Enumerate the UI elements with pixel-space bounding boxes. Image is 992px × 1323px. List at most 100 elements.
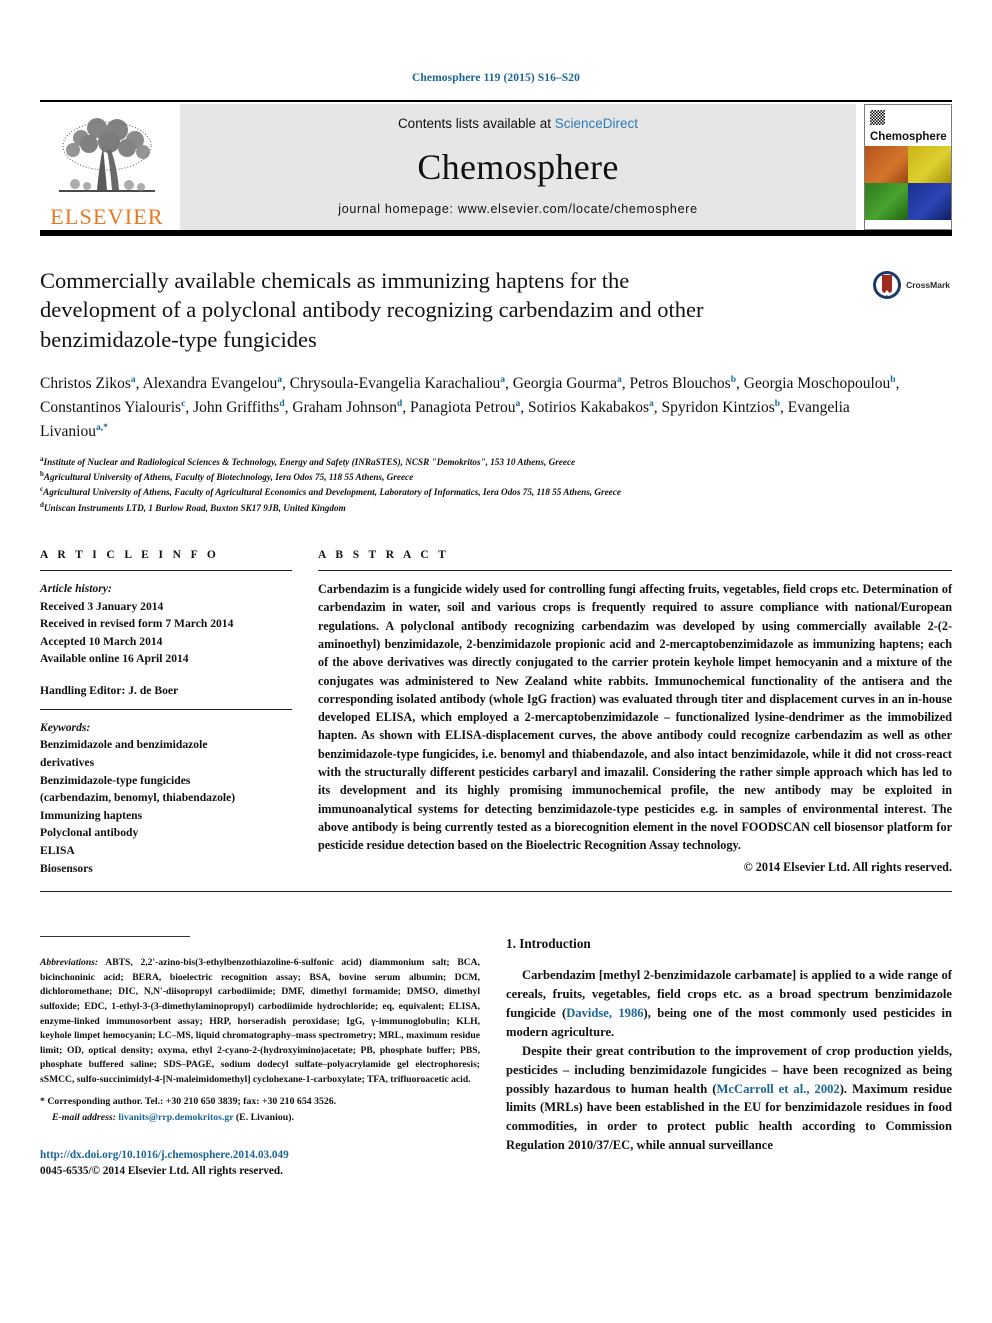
- article-page: Chemosphere 119 (2015) S16–S20 ELSEVIER …: [0, 0, 992, 1323]
- author-affiliation-marker: b: [890, 374, 896, 385]
- crossmark-icon: [873, 271, 902, 299]
- masthead-top-rule: [40, 100, 952, 102]
- article-info-body: Article history: Received 3 January 2014…: [40, 580, 292, 700]
- author-affiliation-marker: b: [774, 398, 781, 409]
- affiliation-text: Institute of Nuclear and Radiological Sc…: [43, 456, 576, 467]
- abstract-copyright: © 2014 Elsevier Ltd. All rights reserved…: [743, 859, 952, 874]
- keyword-item: Benzimidazole-type fungicides: [40, 773, 191, 787]
- author-name: Alexandra Evangelou: [142, 374, 278, 392]
- doi-link[interactable]: http://dx.doi.org/10.1016/j.chemosphere.…: [40, 1147, 480, 1163]
- cover-journal-name: Chemosphere: [870, 131, 947, 143]
- keyword-item: Immunizing haptens: [40, 808, 143, 822]
- author-name: John Griffiths: [193, 398, 280, 416]
- email-label: E-mail address:: [52, 1111, 116, 1123]
- cover-header: Chemosphere: [865, 105, 951, 146]
- journal-homepage[interactable]: journal homepage: www.elsevier.com/locat…: [338, 202, 698, 216]
- keyword-item: Biosensors: [40, 861, 93, 875]
- author-name: Petros Blouchos: [629, 374, 731, 392]
- affiliation-text: Agricultural University of Athens, Facul…: [43, 487, 621, 498]
- author-affiliation-marker: a: [130, 374, 136, 385]
- history-item: Available online 16 April 2014: [40, 652, 189, 666]
- qr-code-icon: [870, 110, 885, 125]
- author-affiliation-marker: d: [279, 398, 285, 409]
- article-info-divider: [40, 570, 292, 572]
- article-info-column: A R T I C L E I N F O Article history: R…: [40, 549, 292, 877]
- info-abstract-section: A R T I C L E I N F O Article history: R…: [40, 549, 952, 877]
- crossmark-badge[interactable]: CrossMark: [872, 270, 950, 300]
- author-name: Graham Johnson: [292, 398, 397, 416]
- affiliation-text: Uniscan Instruments LTD, 1 Burlow Road, …: [43, 502, 346, 513]
- footnote-rule: [40, 936, 190, 938]
- elsevier-wordmark: ELSEVIER: [50, 204, 164, 229]
- email-address-link[interactable]: livanits@rrp.demokritos.gr: [118, 1112, 233, 1123]
- running-head: Chemosphere 119 (2015) S16–S20: [412, 72, 580, 84]
- cover-footer: [865, 220, 951, 229]
- author-affiliation-marker: b: [730, 374, 736, 385]
- author-list: Christos Zikosa, Alexandra Evangeloua, C…: [40, 374, 900, 440]
- title-block: Commercially available chemicals as immu…: [40, 266, 952, 354]
- cover-artwork: [865, 146, 951, 220]
- keywords-body: Keywords: Benzimidazole and benzimidazol…: [40, 719, 292, 877]
- abbreviations-label: Abbreviations:: [40, 957, 99, 969]
- author-name: Spyridon Kintzios: [661, 398, 775, 416]
- keywords-label: Keywords:: [40, 720, 91, 734]
- affiliation-item: cAgricultural University of Athens, Facu…: [40, 484, 952, 499]
- author-name: Constantinos Yialouris: [40, 398, 182, 416]
- history-label: Article history:: [40, 582, 112, 596]
- contents-available-line: Contents lists available at ScienceDirec…: [398, 116, 638, 131]
- author-affiliation-marker: a: [649, 398, 654, 409]
- affiliation-item: bAgricultural University of Athens, Facu…: [40, 469, 952, 484]
- author-affiliation-marker: a,*: [95, 422, 108, 433]
- author-name: Christos Zikos: [40, 374, 131, 392]
- keyword-item: Benzimidazole and benzimidazole: [40, 738, 208, 752]
- abstract-column: A B S T R A C T Carbendazim is a fungici…: [318, 549, 952, 877]
- corresponding-author-note: * Corresponding author. Tel.: +30 210 65…: [40, 1094, 480, 1124]
- history-item: Accepted 10 March 2014: [40, 634, 163, 648]
- keyword-item: (carbendazim, benomyl, thiabendazole): [40, 791, 236, 805]
- journal-title: Chemosphere: [417, 146, 619, 187]
- author-name: Sotirios Kakabakos: [528, 398, 649, 416]
- corresponding-author-line: * Corresponding author. Tel.: +30 210 65…: [40, 1096, 337, 1108]
- elsevier-logo: ELSEVIER: [40, 104, 174, 230]
- section-bottom-rule: [40, 891, 952, 893]
- masthead-bottom-rule: [40, 230, 952, 236]
- author-affiliation-marker: a: [277, 374, 282, 385]
- introduction-heading: 1. Introduction: [506, 936, 591, 952]
- keyword-item: Polyclonal antibody: [40, 826, 139, 840]
- abbreviations-text: ABTS, 2,2′-azino-bis(3-ethylbenzothiazol…: [40, 957, 480, 1085]
- affiliation-item: aInstitute of Nuclear and Radiological S…: [40, 454, 952, 469]
- keywords-divider: [40, 708, 292, 710]
- body-columns: Abbreviations: ABTS, 2,2′-azino-bis(3-et…: [40, 936, 952, 1179]
- cover-quadrant-orange: [865, 146, 908, 183]
- introduction-paragraph: Despite their great contribution to the …: [506, 1043, 953, 1153]
- contents-prefix: Contents lists available at: [397, 116, 555, 131]
- citation-link[interactable]: Davidse, 1986: [566, 1006, 643, 1020]
- citation-link[interactable]: McCarroll et al., 2002: [717, 1082, 840, 1096]
- abstract-heading: A B S T R A C T: [318, 549, 450, 562]
- cover-quadrant-blue: [908, 183, 951, 220]
- elsevier-tree-icon: [59, 118, 155, 192]
- affiliation-item: dUniscan Instruments LTD, 1 Burlow Road,…: [40, 500, 952, 515]
- issn-copyright: 0045-6535/© 2014 Elsevier Ltd. All right…: [40, 1164, 283, 1177]
- introduction-paragraph: Carbendazim [methyl 2-benzimidazole carb…: [506, 968, 952, 1039]
- author-name: Georgia Gourma: [512, 374, 618, 392]
- author-affiliation-marker: a: [617, 374, 622, 385]
- cover-quadrant-green: [865, 183, 908, 220]
- author-affiliation-marker: a: [500, 374, 505, 385]
- history-item: Received in revised form 7 March 2014: [40, 617, 234, 631]
- journal-cover-thumbnail: Chemosphere: [864, 104, 952, 230]
- history-list: Received 3 January 2014 Received in revis…: [40, 598, 292, 668]
- affiliation-text: Agricultural University of Athens, Facul…: [43, 472, 414, 483]
- email-owner: (E. Livaniou).: [235, 1111, 294, 1123]
- author-name: Chrysoula-Evangelia Karachaliou: [289, 374, 501, 392]
- journal-masthead: ELSEVIER Contents lists available at Sci…: [40, 104, 952, 230]
- cover-quadrant-yellow: [908, 146, 951, 183]
- journal-banner: Contents lists available at ScienceDirec…: [180, 104, 856, 230]
- sciencedirect-link[interactable]: ScienceDirect: [555, 116, 638, 131]
- email-line: E-mail address: livanits@rrp.demokritos.…: [40, 1110, 480, 1125]
- introduction-column: 1. Introduction Carbendazim [methyl 2-be…: [506, 936, 952, 1179]
- crossmark-label: CrossMark: [906, 280, 950, 290]
- author-affiliation-marker: c: [181, 398, 186, 409]
- affiliation-list: aInstitute of Nuclear and Radiological S…: [40, 454, 952, 515]
